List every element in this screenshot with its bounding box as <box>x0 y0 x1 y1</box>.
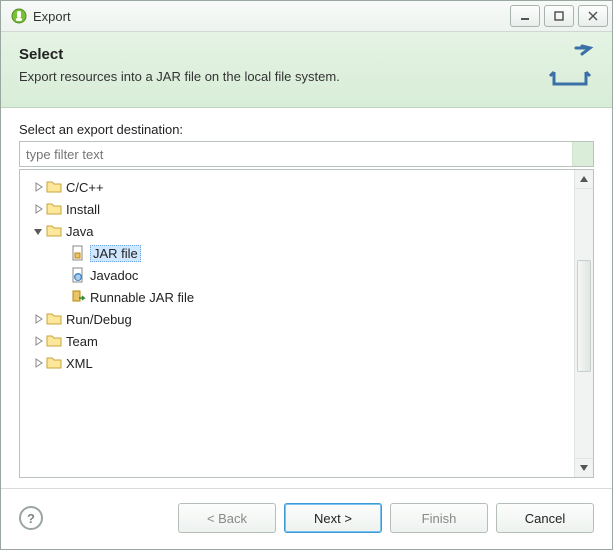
filter-decoration <box>572 142 593 166</box>
cancel-button[interactable]: Cancel <box>496 503 594 533</box>
tree-item-runnable-jar-file[interactable]: Runnable JAR file <box>52 286 570 308</box>
destination-label: Select an export destination: <box>19 122 594 137</box>
folder-icon <box>46 355 62 371</box>
titlebar: Export <box>1 1 612 32</box>
export-icon <box>546 44 594 91</box>
filter-field[interactable] <box>19 141 594 167</box>
tree-item-c-c-[interactable]: C/C++ <box>28 176 570 198</box>
tree-item-label: Team <box>66 334 98 349</box>
button-bar: ? < Back Next > Finish Cancel <box>1 489 612 549</box>
wizard-banner: Select Export resources into a JAR file … <box>1 32 612 108</box>
folder-icon <box>46 311 62 327</box>
tree-item-xml[interactable]: XML <box>28 352 570 374</box>
maximize-button[interactable] <box>544 5 574 27</box>
folder-icon <box>46 201 62 217</box>
tree-item-javadoc[interactable]: @ Javadoc <box>52 264 570 286</box>
folder-icon <box>46 333 62 349</box>
tree-item-install[interactable]: Install <box>28 198 570 220</box>
back-button[interactable]: < Back <box>178 503 276 533</box>
scroll-down-arrow[interactable] <box>575 458 593 477</box>
jar-icon <box>70 245 86 261</box>
folder-icon <box>46 223 62 239</box>
scroll-thumb[interactable] <box>577 260 591 372</box>
vertical-scrollbar[interactable] <box>574 170 593 477</box>
wizard-body: Select an export destination: C/C++ Insta… <box>1 108 612 488</box>
tree-item-label: Install <box>66 202 100 217</box>
close-button[interactable] <box>578 5 608 27</box>
tree-item-team[interactable]: Team <box>28 330 570 352</box>
tree-item-jar-file[interactable]: JAR file <box>52 242 570 264</box>
tree-item-label: Javadoc <box>90 268 138 283</box>
tree-item-label: Run/Debug <box>66 312 132 327</box>
tree-item-label: Java <box>66 224 93 239</box>
destination-tree[interactable]: C/C++ Install Java JAR file @ Javadoc Runnable… <box>20 170 574 477</box>
tree-item-label: JAR file <box>90 245 141 262</box>
javadoc-icon: @ <box>70 267 86 283</box>
tree-item-label: C/C++ <box>66 180 104 195</box>
app-icon <box>11 8 27 24</box>
minimize-button[interactable] <box>510 5 540 27</box>
folder-icon <box>46 179 62 195</box>
help-button[interactable]: ? <box>19 506 43 530</box>
runjar-icon <box>70 289 86 305</box>
next-button[interactable]: Next > <box>284 503 382 533</box>
window-title: Export <box>33 9 71 24</box>
banner-description: Export resources into a JAR file on the … <box>19 69 536 84</box>
banner-title: Select <box>19 46 536 63</box>
tree-item-run-debug[interactable]: Run/Debug <box>28 308 570 330</box>
tree-item-label: Runnable JAR file <box>90 290 194 305</box>
export-dialog: Export Select Export resources into a JA… <box>0 0 613 550</box>
tree-item-label: XML <box>66 356 93 371</box>
destination-tree-container: C/C++ Install Java JAR file @ Javadoc Runnable… <box>19 169 594 478</box>
finish-button[interactable]: Finish <box>390 503 488 533</box>
scroll-up-arrow[interactable] <box>575 170 593 189</box>
svg-text:@: @ <box>75 275 80 281</box>
tree-item-java[interactable]: Java <box>28 220 570 242</box>
filter-input[interactable] <box>20 147 572 162</box>
